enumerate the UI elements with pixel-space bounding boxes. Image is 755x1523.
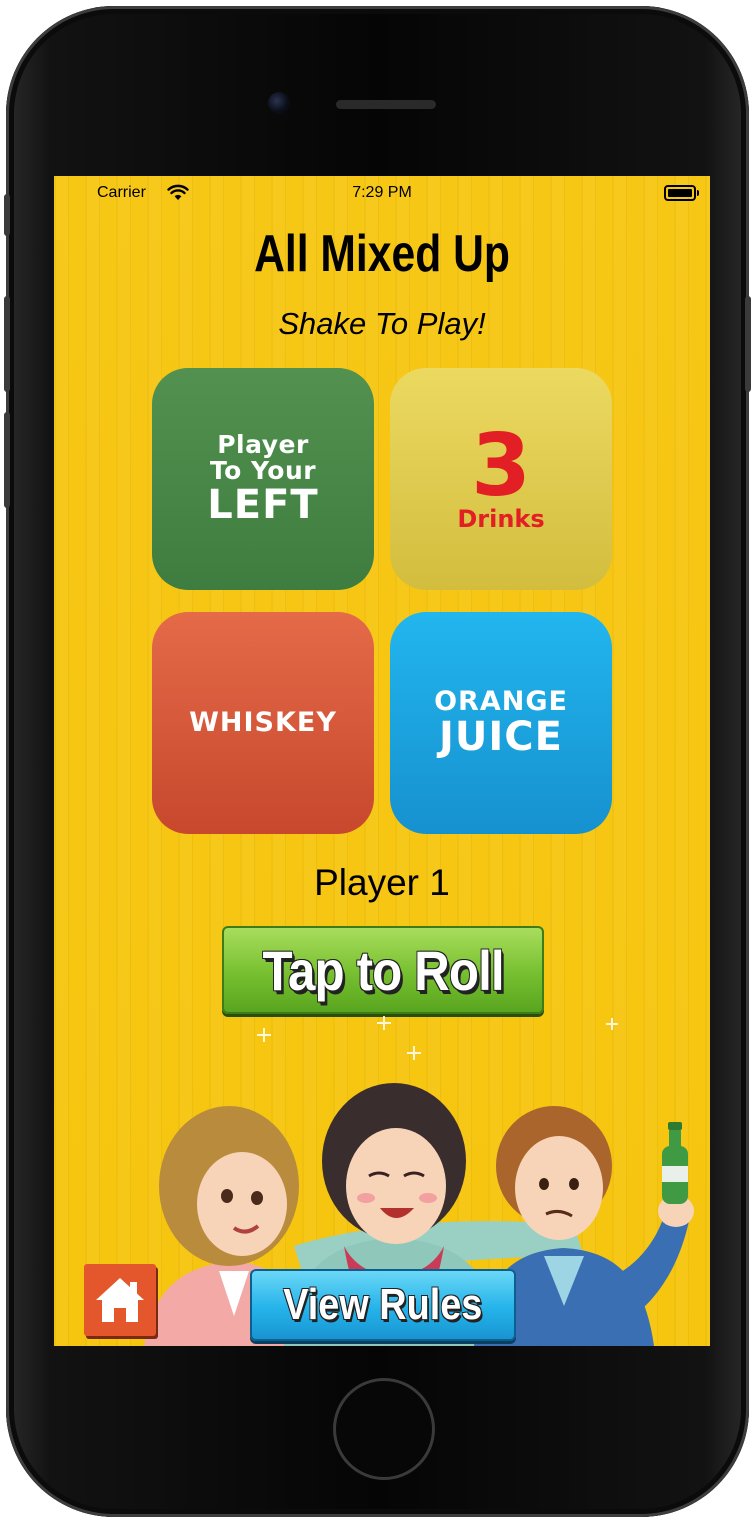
battery-icon [664, 185, 699, 201]
tap-to-roll-label: Tap to Roll [262, 938, 504, 1002]
tile-who: Player To Your LEFT [152, 368, 374, 590]
volume-up-button [4, 296, 10, 392]
hardware-home-button [333, 1378, 435, 1480]
mute-switch [4, 194, 10, 236]
tile-drink: WHISKEY [152, 612, 374, 834]
tile-mixer-line1: ORANGE [434, 685, 568, 717]
volume-down-button [4, 412, 10, 508]
status-time: 7:29 PM [352, 184, 412, 201]
tile-who-line1: Player [217, 429, 309, 459]
tile-mixer: ORANGE JUICE [390, 612, 612, 834]
power-button [745, 296, 751, 392]
app-screen: Carrier 7:29 PM All Mixed Up Shake To Pl… [54, 176, 710, 1346]
app-title: All Mixed Up [254, 225, 510, 283]
tile-amount-number: 3 [471, 415, 531, 516]
tile-amount: 3 Drinks [390, 368, 612, 590]
front-camera [268, 92, 290, 114]
view-rules-label: View Rules [283, 1280, 483, 1329]
tile-who-line2: To Your [209, 456, 317, 485]
view-rules-button[interactable]: View Rules [250, 1269, 516, 1341]
status-bar: Carrier 7:29 PM [54, 176, 710, 210]
current-player-label: Player 1 [314, 862, 450, 903]
tile-who-line3: LEFT [207, 482, 319, 529]
tile-drink-label: WHISKEY [189, 706, 337, 738]
tile-amount-unit: Drinks [457, 505, 545, 534]
home-icon [96, 1278, 144, 1322]
tile-mixer-line2: JUICE [439, 714, 563, 761]
earpiece-speaker [336, 100, 436, 109]
tap-to-roll-button[interactable]: Tap to Roll [222, 926, 544, 1014]
bottle-icon [662, 1122, 688, 1204]
home-button[interactable] [84, 1264, 156, 1336]
app-subtitle: Shake To Play! [278, 306, 486, 341]
